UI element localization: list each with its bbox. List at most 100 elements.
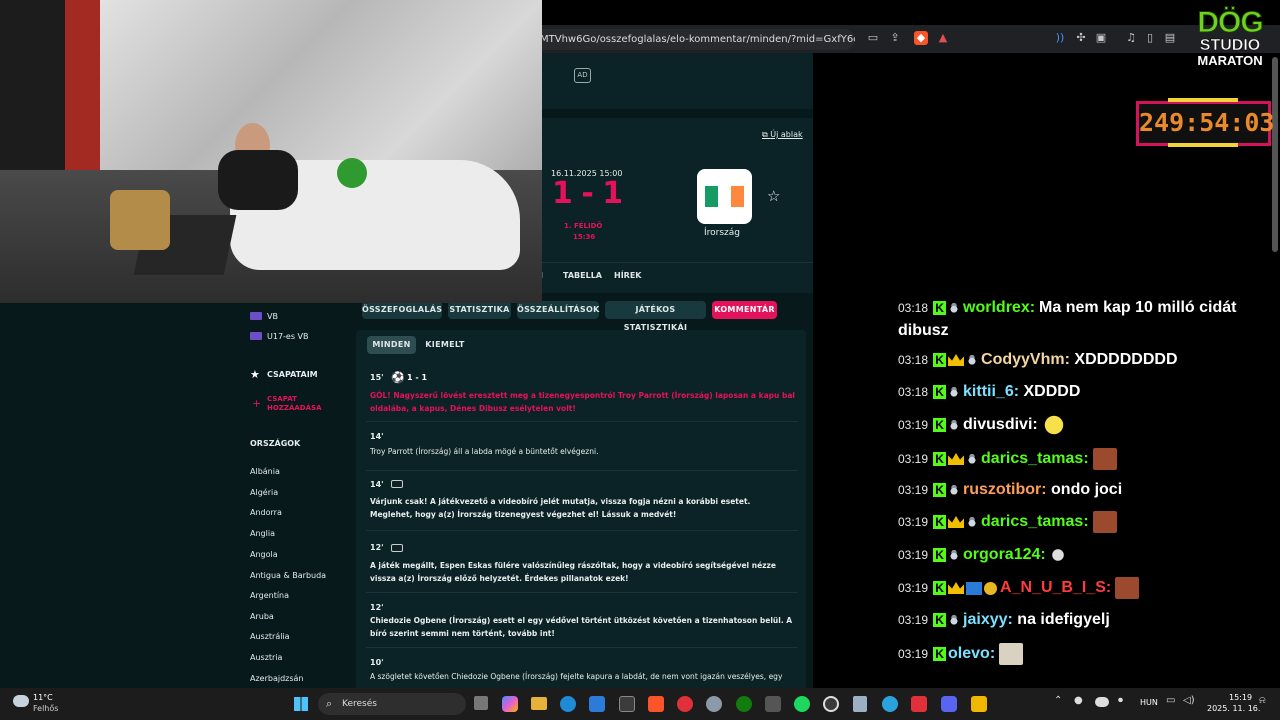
emote-icon bbox=[1049, 544, 1066, 566]
xbox-icon[interactable] bbox=[736, 696, 752, 712]
sidebar-icon[interactable]: ▯ bbox=[1143, 31, 1157, 45]
extensions-icon[interactable]: ✣ bbox=[1074, 31, 1088, 45]
spotify-icon[interactable] bbox=[794, 696, 810, 712]
country-item[interactable]: Antigua & Barbuda bbox=[250, 571, 326, 580]
kick-badge-icon: K bbox=[933, 452, 947, 466]
tab-statisztika[interactable]: STATISZTIKA bbox=[448, 301, 511, 319]
app-icon[interactable] bbox=[911, 696, 927, 712]
tab-kommentar[interactable]: KOMMENTÁR bbox=[712, 301, 777, 319]
app-icon[interactable] bbox=[765, 696, 781, 712]
app-icon[interactable] bbox=[677, 696, 693, 712]
discord-icon[interactable] bbox=[941, 696, 957, 712]
media-icon[interactable]: ♫ bbox=[1124, 31, 1138, 45]
away-team-name: Írország bbox=[704, 228, 741, 238]
sidebar-item-vb[interactable]: VB bbox=[267, 312, 278, 321]
country-item[interactable]: Andorra bbox=[250, 508, 282, 517]
chevron-up-icon[interactable]: ⌃ bbox=[1054, 695, 1062, 706]
chat-username[interactable]: ruszotibor bbox=[963, 481, 1041, 499]
favorite-star-icon[interactable]: ☆ bbox=[767, 187, 780, 205]
share-icon[interactable]: ⇪ bbox=[888, 31, 902, 45]
copilot-icon[interactable] bbox=[502, 696, 518, 712]
app-icon[interactable] bbox=[619, 696, 635, 712]
country-item[interactable]: Algéria bbox=[250, 488, 278, 497]
language-indicator[interactable]: HUN bbox=[1140, 698, 1158, 707]
divider bbox=[366, 592, 798, 593]
plus-icon: + bbox=[252, 397, 262, 410]
sidebar-item-u17-vb[interactable]: U17-es VB bbox=[267, 332, 309, 341]
event-text: GÓL! Nagyszerű lövést eresztett meg a ti… bbox=[370, 391, 795, 413]
subtab-minden[interactable]: MINDEN bbox=[367, 336, 416, 354]
chat-username[interactable]: A_N_U_B_I_S bbox=[1000, 579, 1106, 597]
obs-icon[interactable] bbox=[823, 696, 839, 712]
chat-username[interactable]: kittii_6 bbox=[963, 383, 1014, 401]
chat-username[interactable]: jaixyy bbox=[963, 611, 1007, 629]
audio-icon[interactable]: )) bbox=[1053, 31, 1067, 45]
add-team-button[interactable]: CSAPAT HOZZÁADÁSA bbox=[267, 395, 327, 413]
task-view-icon[interactable] bbox=[474, 696, 488, 710]
weather-temp[interactable]: 11°C bbox=[33, 693, 53, 702]
chat-username[interactable]: olevo bbox=[948, 645, 990, 663]
brave-rewards-icon[interactable]: ▲ bbox=[936, 31, 950, 45]
country-item[interactable]: Anglia bbox=[250, 529, 275, 538]
network-icon[interactable]: ▭ bbox=[1166, 695, 1175, 706]
away-team-logo[interactable] bbox=[697, 169, 752, 224]
country-item[interactable]: Azerbajdzsán bbox=[250, 674, 304, 683]
brave-shield-icon[interactable]: ◆ bbox=[914, 31, 928, 45]
calculator-icon[interactable] bbox=[853, 696, 867, 712]
chat-text: ondo joci bbox=[1051, 481, 1123, 498]
nav-tabella[interactable]: TABELLA bbox=[563, 271, 602, 280]
event-minute: 12' bbox=[370, 603, 384, 612]
chat-username[interactable]: darics_tamas bbox=[981, 450, 1083, 468]
new-window-link[interactable]: ⧉ Új ablak bbox=[762, 130, 803, 140]
clock-date[interactable]: 2025. 11. 16. bbox=[1207, 704, 1260, 713]
chat-username[interactable]: orgora124 bbox=[963, 546, 1040, 564]
webcam-plush-toy bbox=[337, 158, 367, 188]
telegram-icon[interactable] bbox=[882, 696, 898, 712]
brave-icon[interactable] bbox=[648, 696, 664, 712]
notification-bell-icon[interactable]: ⍾ bbox=[1259, 695, 1266, 706]
tab-osszefoglalas[interactable]: ÖSSZEFOGLALÁS bbox=[362, 301, 442, 319]
country-item[interactable]: Angola bbox=[250, 550, 278, 559]
file-explorer-icon[interactable] bbox=[531, 697, 547, 710]
subtab-kiemelt[interactable]: KIEMELT bbox=[420, 336, 470, 354]
gift-badge-icon bbox=[966, 581, 983, 595]
address-bar[interactable]: MTVhw6Go/osszefoglalas/elo-kommentar/min… bbox=[520, 29, 855, 50]
tray-icon[interactable]: ● bbox=[1074, 695, 1083, 706]
event-text: A szögletet követően Chiedozie Ogbene (Í… bbox=[370, 672, 783, 681]
kick-badge-icon: K bbox=[933, 548, 947, 562]
weather-desc[interactable]: Felhős bbox=[33, 704, 58, 713]
settings-icon[interactable] bbox=[706, 696, 722, 712]
onedrive-icon[interactable] bbox=[1095, 697, 1109, 707]
timer-accent bbox=[1168, 143, 1238, 147]
country-item[interactable]: Ausztria bbox=[250, 653, 282, 662]
country-item[interactable]: Albánia bbox=[250, 467, 280, 476]
tab-icon[interactable]: ▣ bbox=[1094, 31, 1108, 45]
scrollbar[interactable] bbox=[1272, 57, 1278, 252]
tab-osszeallitasok[interactable]: ÖSSZEÁLLÍTÁSOK bbox=[517, 301, 599, 319]
kick-badge-icon: K bbox=[933, 647, 947, 661]
tab-jatekos-statisztikai[interactable]: JÁTÉKOS STATISZTIKÁI bbox=[605, 301, 706, 332]
volume-icon[interactable]: ◁) bbox=[1183, 695, 1195, 706]
chat-username[interactable]: worldrex bbox=[963, 299, 1030, 317]
event-minute: 10' bbox=[370, 658, 384, 667]
chat-username[interactable]: darics_tamas bbox=[981, 513, 1083, 531]
wallet-icon[interactable]: ▤ bbox=[1163, 31, 1177, 45]
event-text: Troy Parrott (Írország) áll a labda mögé… bbox=[370, 447, 599, 456]
cloud-icon[interactable] bbox=[13, 695, 29, 707]
country-item[interactable]: Aruba bbox=[250, 612, 274, 621]
chat-username[interactable]: CodyyVhm bbox=[981, 351, 1065, 369]
windows-start-icon[interactable] bbox=[294, 697, 308, 711]
microphone-icon[interactable]: ⏺ bbox=[1118, 695, 1123, 706]
cast-icon[interactable]: ▭ bbox=[866, 31, 880, 45]
chat-username[interactable]: divusdivi bbox=[963, 416, 1032, 434]
nav-hirek[interactable]: HÍREK bbox=[614, 271, 642, 280]
rockstar-icon[interactable] bbox=[971, 696, 987, 712]
edge-icon[interactable] bbox=[560, 696, 576, 712]
kick-badge-icon: K bbox=[933, 301, 947, 315]
country-item[interactable]: Ausztrália bbox=[250, 632, 290, 641]
clock-time[interactable]: 15:19 bbox=[1229, 693, 1252, 702]
store-icon[interactable] bbox=[589, 696, 605, 712]
country-item[interactable]: Argentína bbox=[250, 591, 289, 600]
search-box[interactable]: ⌕ Keresés bbox=[318, 693, 466, 715]
stream-logo: DÖG STUDIO MARATON bbox=[1188, 7, 1272, 67]
